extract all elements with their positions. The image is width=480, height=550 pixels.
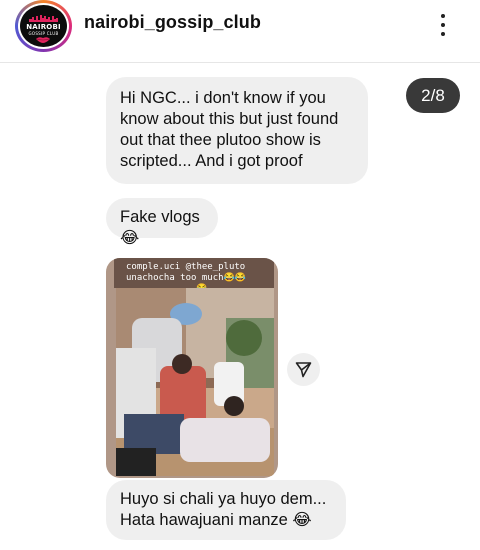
profile-avatar[interactable]: NAIROBI GOSSIP CLUB [15, 0, 72, 52]
image-caption-line: unachocha too much😂😂 [126, 273, 246, 283]
page-indicator: 2/8 [406, 78, 460, 113]
header-divider [0, 62, 480, 63]
avatar-logo: NAIROBI GOSSIP CLUB [20, 5, 67, 47]
image-caption-bar: comple.uci @thee_pluto unachocha too muc… [114, 258, 274, 294]
chat-header: NAIROBI GOSSIP CLUB nairobi_gossip_club [0, 0, 480, 52]
image-photo [116, 288, 274, 476]
more-vertical-icon[interactable] [433, 12, 453, 38]
message-bubble[interactable]: Huyo si chali ya huyo dem... Hata hawaju… [106, 480, 346, 540]
send-icon [295, 362, 312, 378]
avatar-logo-text: NAIROBI [26, 23, 61, 31]
message-bubble[interactable]: Hi NGC... i don't know if you know about… [106, 77, 368, 184]
share-button[interactable] [287, 353, 320, 386]
header-username[interactable]: nairobi_gossip_club [84, 12, 261, 33]
image-caption-line: comple.uci @thee_pluto [126, 262, 246, 272]
image-message[interactable]: comple.uci @thee_pluto unachocha too muc… [106, 258, 278, 478]
message-bubble[interactable]: Fake vlogs😂 [106, 198, 218, 247]
skyline-icon [29, 15, 58, 22]
lips-icon [36, 37, 50, 43]
